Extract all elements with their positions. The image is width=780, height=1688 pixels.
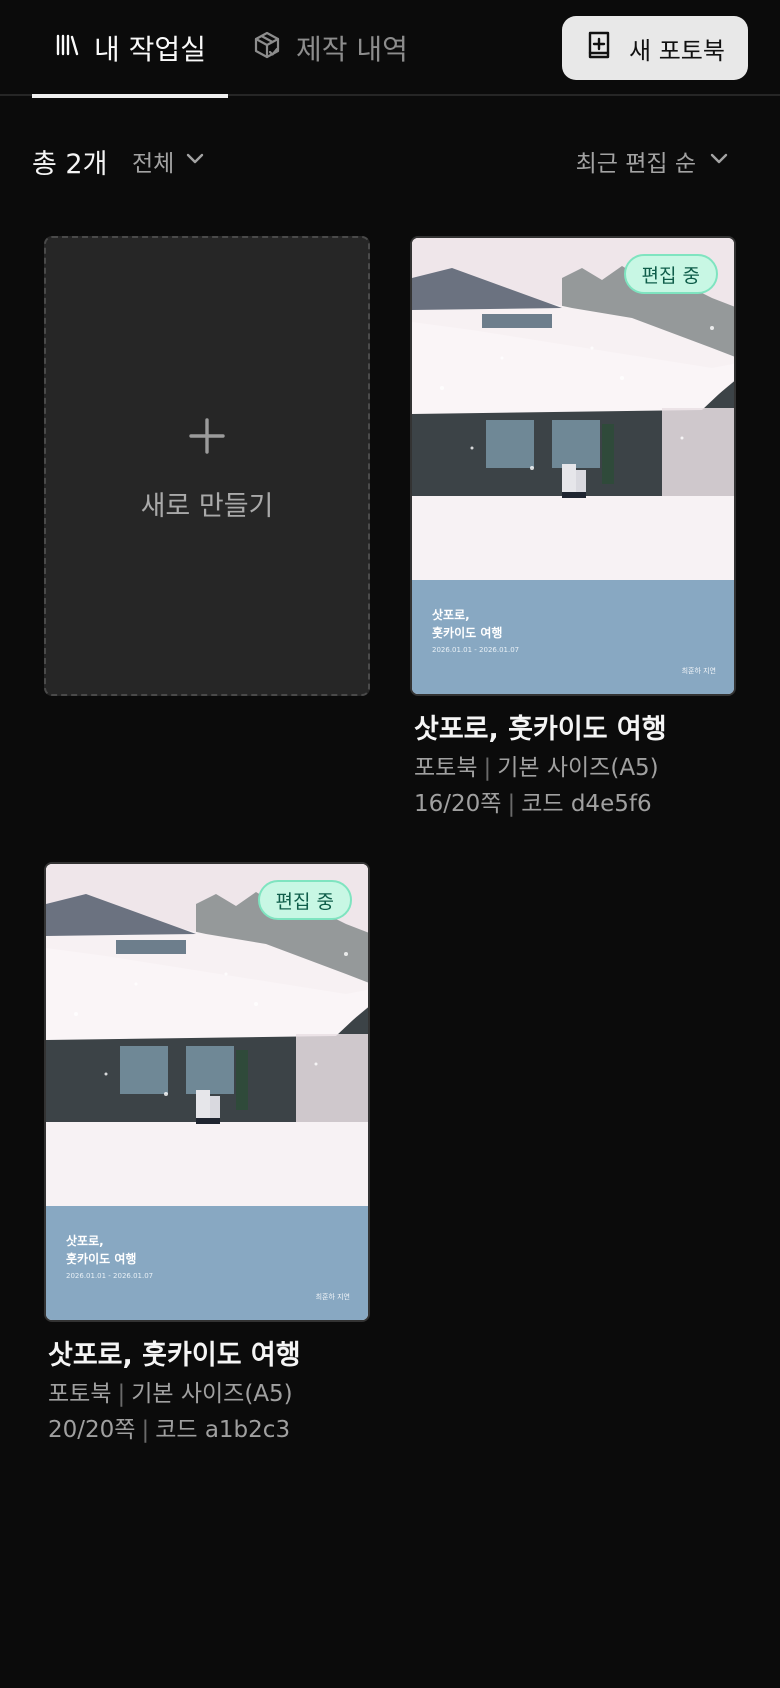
- photobook-type-size: 포토북 | 기본 사이즈(A5): [414, 755, 659, 781]
- status-badge: 편집 중: [623, 254, 718, 294]
- new-photobook-button[interactable]: 새 포토북: [562, 16, 748, 80]
- cover-date: 2026.01.01 - 2026.01.07: [432, 646, 520, 654]
- tab-production-history[interactable]: 제작 내역: [252, 0, 408, 96]
- sort-dropdown[interactable]: 최근 편집 순: [576, 144, 730, 178]
- cover-title-band: 삿포로, 훗카이도 여행 2026.01.01 - 2026.01.07 최훈하…: [412, 580, 734, 694]
- filter-label: 전체: [132, 151, 175, 177]
- tab-label: 내 작업실: [94, 33, 206, 66]
- cover-author: 최훈하 지연: [315, 1293, 350, 1301]
- list-toolbar: 총 2개 전체 최근 편집 순: [0, 130, 780, 190]
- photobook-card[interactable]: 삿포로, 훗카이도 여행 2026.01.01 - 2026.01.07 최훈하…: [410, 236, 736, 822]
- tab-my-workspace[interactable]: 내 작업실: [32, 0, 228, 98]
- photobook-card[interactable]: 삿포로, 훗카이도 여행 2026.01.01 - 2026.01.07 최훈하…: [44, 862, 370, 1448]
- create-new-label: 새로 만들기: [140, 490, 274, 522]
- photobook-pages-code: 20/20쪽 | 코드 a1b2c3: [48, 1417, 291, 1443]
- create-new-card[interactable]: 새로 만들기: [44, 236, 370, 696]
- top-tab-bar: 내 작업실 제작 내역 새 포토북: [0, 0, 780, 98]
- photobook-type-size: 포토북 | 기본 사이즈(A5): [48, 1381, 293, 1407]
- library-icon: [54, 32, 80, 65]
- plus-icon: [187, 410, 227, 466]
- chevron-down-icon: [708, 147, 730, 175]
- cover-author: 최훈하 지연: [681, 667, 716, 675]
- photobook-title: 삿포로, 훗카이도 여행: [414, 714, 667, 745]
- book-plus-icon: [585, 30, 613, 66]
- cover-title-band: 삿포로, 훗카이도 여행 2026.01.01 - 2026.01.07 최훈하…: [46, 1206, 368, 1320]
- package-check-icon: [252, 30, 282, 67]
- photobook-title: 삿포로, 훗카이도 여행: [48, 1340, 301, 1371]
- cover-title: 삿포로, 훗카이도 여행: [432, 608, 503, 640]
- sort-label: 최근 편집 순: [575, 151, 696, 177]
- photobook-cover[interactable]: 삿포로, 훗카이도 여행 2026.01.01 - 2026.01.07 최훈하…: [44, 862, 370, 1322]
- tab-label: 제작 내역: [296, 33, 408, 66]
- photobook-cover[interactable]: 삿포로, 훗카이도 여행 2026.01.01 - 2026.01.07 최훈하…: [410, 236, 736, 696]
- cover-date: 2026.01.01 - 2026.01.07: [66, 1272, 154, 1280]
- status-badge: 편집 중: [257, 880, 352, 920]
- photobook-pages-code: 16/20쪽 | 코드 d4e5f6: [414, 791, 652, 817]
- cover-title: 삿포로, 훗카이도 여행: [66, 1234, 137, 1266]
- new-photobook-label: 새 포토북: [629, 36, 725, 65]
- chevron-down-icon: [184, 147, 206, 175]
- item-count: 총 2개: [32, 149, 108, 180]
- filter-dropdown[interactable]: 전체: [132, 144, 206, 178]
